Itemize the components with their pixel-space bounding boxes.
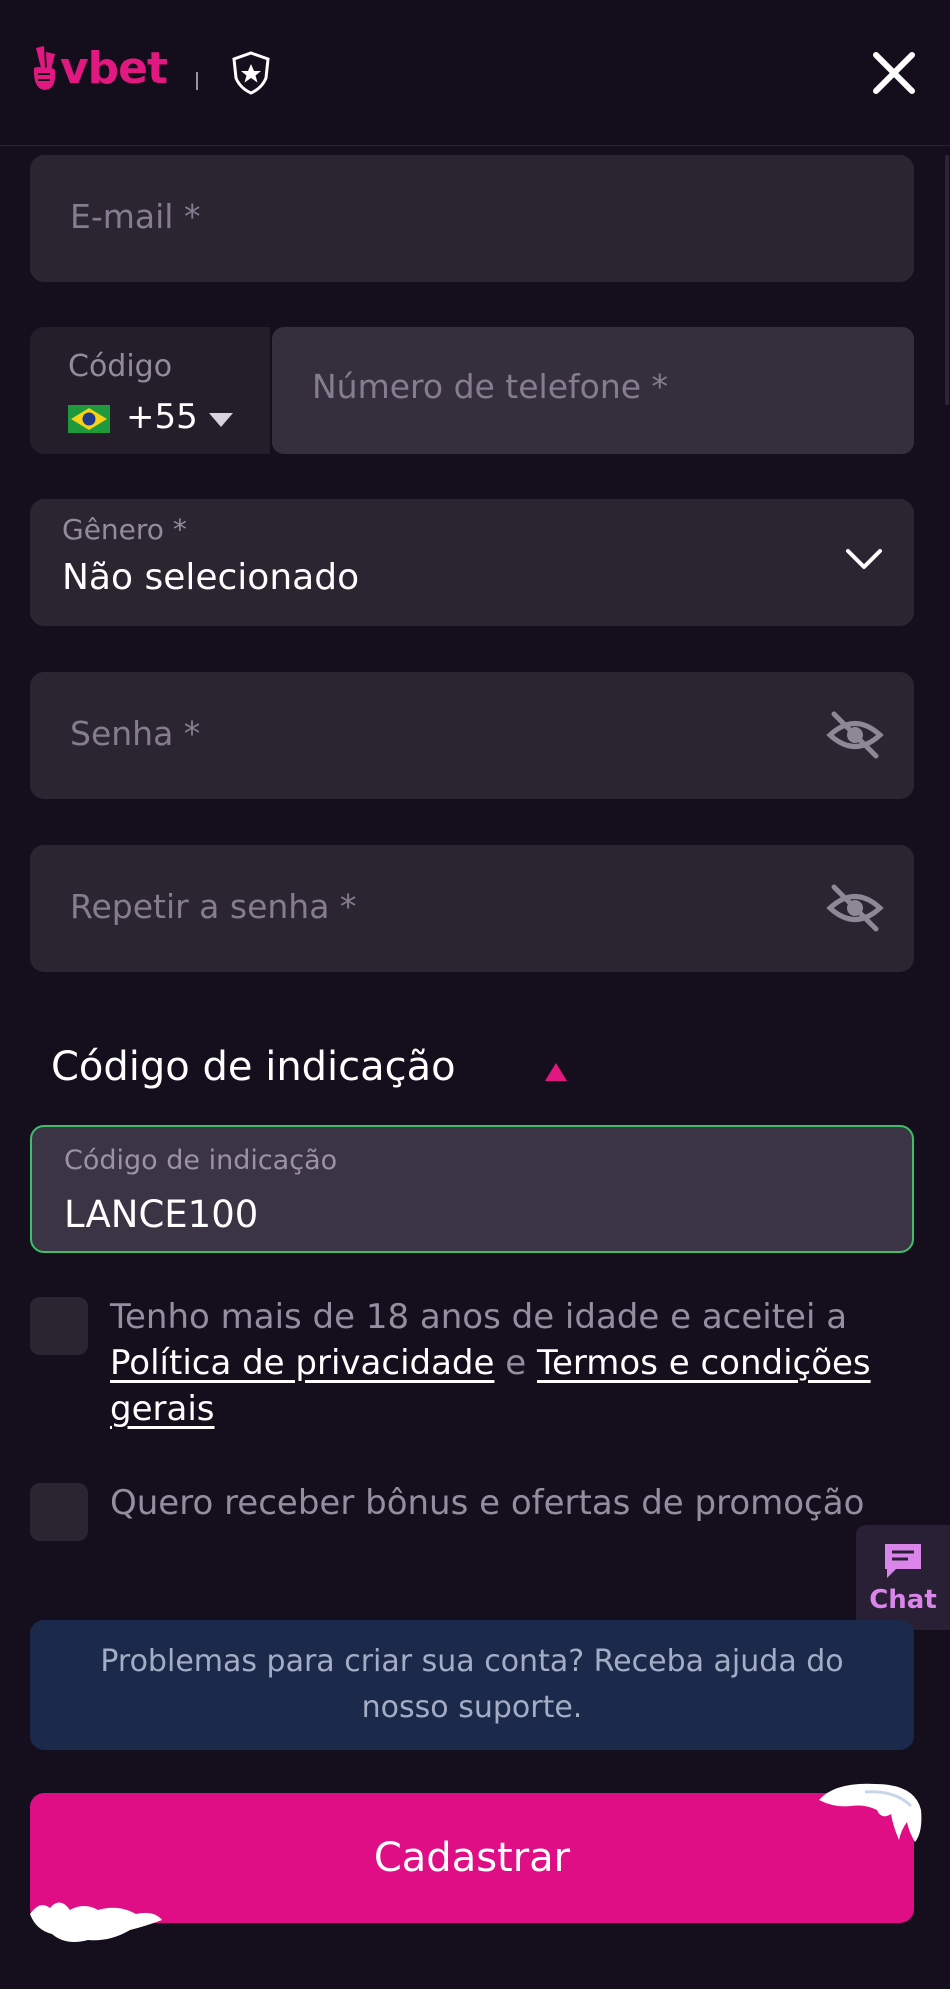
age-consent-text: Tenho mais de 18 anos de idade e aceitei… [110, 1294, 900, 1432]
logo-divider [196, 72, 198, 90]
close-button[interactable] [865, 44, 923, 102]
phone-input-group: Código +55 Número de telefone * [30, 327, 914, 454]
and-text: e [505, 1343, 527, 1383]
peace-hand-icon [33, 46, 55, 90]
support-help-text: Problemas para criar sua conta? Receba a… [100, 1644, 844, 1725]
chat-button[interactable]: Chat [856, 1525, 950, 1630]
eye-off-icon[interactable] [826, 881, 884, 935]
referral-code-label: Código de indicação [64, 1145, 338, 1176]
gender-select[interactable]: Gênero * Não selecionado [30, 499, 914, 626]
support-help-box[interactable]: Problemas para criar sua conta? Receba a… [30, 1620, 914, 1750]
referral-code-value: LANCE100 [64, 1193, 259, 1236]
chat-bubble-icon [885, 1543, 921, 1578]
country-code-select[interactable]: Código +55 [30, 327, 270, 454]
country-code-label: Código [68, 349, 173, 384]
password-placeholder: Senha * [70, 714, 201, 753]
caret-up-icon[interactable] [544, 1062, 568, 1082]
email-field[interactable]: E-mail * [30, 155, 914, 282]
snow-decoration [819, 1783, 922, 1842]
referral-code-field[interactable]: Código de indicação LANCE100 [30, 1125, 914, 1253]
privacy-policy-link[interactable]: Política de privacidade [110, 1343, 494, 1383]
gender-value: Não selecionado [62, 557, 360, 598]
repeat-password-placeholder: Repetir a senha * [70, 887, 357, 926]
age-consent-label: Tenho mais de 18 anos de idade e aceitei… [110, 1297, 848, 1337]
gender-label: Gênero * [62, 513, 187, 546]
chat-label: Chat [869, 1584, 937, 1615]
eye-off-icon[interactable] [826, 708, 884, 762]
referral-section-toggle[interactable]: Código de indicação [51, 1044, 456, 1090]
phone-number-field[interactable]: Número de telefone * [272, 327, 914, 454]
chevron-down-icon [846, 549, 882, 569]
club-shield-icon [232, 51, 270, 95]
country-code-value: +55 [126, 397, 198, 437]
scrollbar[interactable] [945, 155, 949, 405]
phone-placeholder: Número de telefone * [312, 367, 669, 406]
password-field[interactable]: Senha * [30, 672, 914, 799]
modal-header: vbet [0, 0, 950, 146]
vbet-logo[interactable]: vbet [30, 43, 168, 94]
promo-consent-text: Quero receber bônus e ofertas de promoçã… [110, 1483, 865, 1523]
age-consent-checkbox[interactable] [30, 1297, 88, 1355]
close-icon [873, 52, 915, 94]
brazil-flag-icon [68, 405, 110, 433]
repeat-password-field[interactable]: Repetir a senha * [30, 845, 914, 972]
promo-consent-checkbox[interactable] [30, 1483, 88, 1541]
email-placeholder: E-mail * [70, 197, 201, 236]
logo-text: vbet [60, 43, 168, 94]
snow-decoration [30, 1902, 162, 1942]
register-button-label: Cadastrar [373, 1835, 571, 1881]
caret-down-icon [209, 413, 233, 427]
